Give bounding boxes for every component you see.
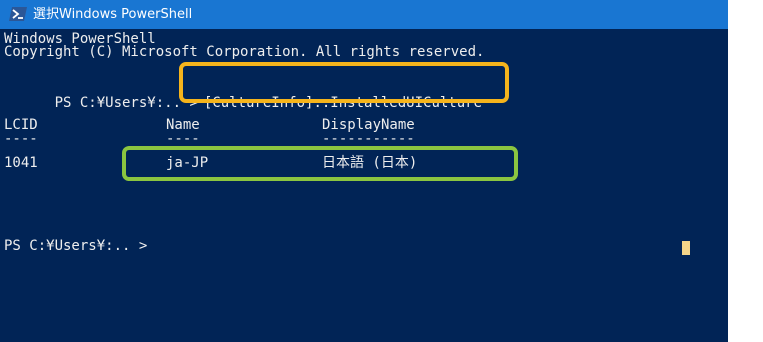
table-underline-name: ----	[166, 131, 200, 147]
result-highlight-box	[122, 146, 518, 181]
table-underline-displayname: -----------	[322, 131, 415, 147]
title-bar[interactable]: 選択Windows PowerShell	[0, 0, 763, 29]
banner-line-2: Copyright (C) Microsoft Corporation. All…	[4, 44, 485, 60]
right-margin	[728, 29, 763, 342]
powershell-icon	[9, 7, 27, 21]
table-cell-lcid: 1041	[4, 155, 38, 171]
powershell-window: 選択Windows PowerShell Windows PowerShell …	[0, 0, 763, 342]
table-underline-lcid: ----	[4, 131, 38, 147]
prompt-text: PS C:¥Users¥:.. >	[54, 95, 198, 111]
text-cursor	[682, 241, 690, 255]
window-title: 選択Windows PowerShell	[33, 7, 193, 22]
title-bar-background: 選択Windows PowerShell	[0, 0, 728, 29]
prompt-line-2: PS C:¥Users¥:.. >	[4, 238, 148, 254]
command-highlight-box	[179, 62, 509, 103]
